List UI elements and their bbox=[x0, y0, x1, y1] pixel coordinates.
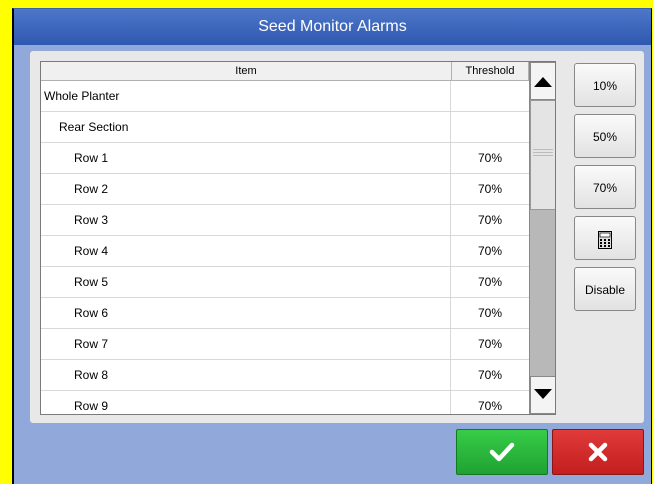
confirm-button[interactable] bbox=[456, 429, 548, 475]
row-item: Row 1 bbox=[41, 143, 451, 173]
alarms-table: Item Threshold Whole Planter Rear Sectio… bbox=[40, 61, 556, 415]
table-row[interactable]: Row 7 70% bbox=[41, 329, 529, 360]
dialog-window: Seed Monitor Alarms Item Threshold Whole… bbox=[12, 8, 652, 484]
calculator-icon bbox=[598, 230, 612, 249]
calculator-button[interactable] bbox=[574, 216, 636, 260]
row-item: Whole Planter bbox=[41, 81, 451, 111]
up-arrow-icon bbox=[534, 77, 552, 87]
table-row[interactable]: Row 4 70% bbox=[41, 236, 529, 267]
scroll-thumb[interactable] bbox=[530, 100, 555, 210]
cancel-button[interactable] bbox=[552, 429, 644, 475]
table-row[interactable]: Row 1 70% bbox=[41, 143, 529, 174]
row-item: Row 7 bbox=[41, 329, 451, 359]
row-threshold: 70% bbox=[477, 275, 503, 289]
table-header: Item Threshold bbox=[41, 62, 555, 81]
row-threshold: 70% bbox=[477, 213, 503, 227]
table-row[interactable]: Row 8 70% bbox=[41, 360, 529, 391]
row-item: Row 3 bbox=[41, 205, 451, 235]
row-threshold bbox=[452, 81, 528, 111]
down-arrow-icon bbox=[534, 389, 552, 399]
table-row[interactable]: Row 6 70% bbox=[41, 298, 529, 329]
row-threshold: 70% bbox=[477, 151, 503, 165]
table-row[interactable]: Row 2 70% bbox=[41, 174, 529, 205]
row-item: Row 5 bbox=[41, 267, 451, 297]
row-threshold: 70% bbox=[477, 306, 503, 320]
scroll-up-button[interactable] bbox=[530, 62, 555, 100]
scroll-down-button[interactable] bbox=[530, 376, 555, 414]
row-item: Row 8 bbox=[41, 360, 451, 390]
table-row[interactable]: Row 5 70% bbox=[41, 267, 529, 298]
content-panel: Item Threshold Whole Planter Rear Sectio… bbox=[30, 51, 644, 423]
row-threshold: 70% bbox=[477, 399, 503, 413]
row-item: Rear Section bbox=[41, 112, 451, 142]
row-threshold: 70% bbox=[477, 368, 503, 382]
checkmark-icon bbox=[489, 442, 515, 462]
row-threshold bbox=[452, 112, 528, 142]
row-item: Row 6 bbox=[41, 298, 451, 328]
row-item: Row 2 bbox=[41, 174, 451, 204]
row-item: Row 4 bbox=[41, 236, 451, 266]
column-header-threshold: Threshold bbox=[452, 62, 529, 80]
dialog-title: Seed Monitor Alarms bbox=[14, 9, 651, 45]
threshold-50-button[interactable]: 50% bbox=[574, 114, 636, 158]
table-row[interactable]: Row 3 70% bbox=[41, 205, 529, 236]
close-icon bbox=[588, 442, 608, 462]
threshold-10-button[interactable]: 10% bbox=[574, 63, 636, 107]
row-threshold: 70% bbox=[477, 244, 503, 258]
vertical-scrollbar[interactable] bbox=[529, 62, 555, 414]
table-body: Whole Planter Rear Section Row 1 70% Row… bbox=[41, 81, 529, 414]
table-row[interactable]: Row 9 70% bbox=[41, 391, 529, 414]
table-row[interactable]: Rear Section bbox=[41, 112, 529, 143]
column-header-item: Item bbox=[41, 62, 452, 80]
row-threshold: 70% bbox=[477, 182, 503, 196]
row-threshold: 70% bbox=[477, 337, 503, 351]
disable-button[interactable]: Disable bbox=[574, 267, 636, 311]
table-row[interactable]: Whole Planter bbox=[41, 81, 529, 112]
row-item: Row 9 bbox=[41, 391, 451, 414]
threshold-70-button[interactable]: 70% bbox=[574, 165, 636, 209]
